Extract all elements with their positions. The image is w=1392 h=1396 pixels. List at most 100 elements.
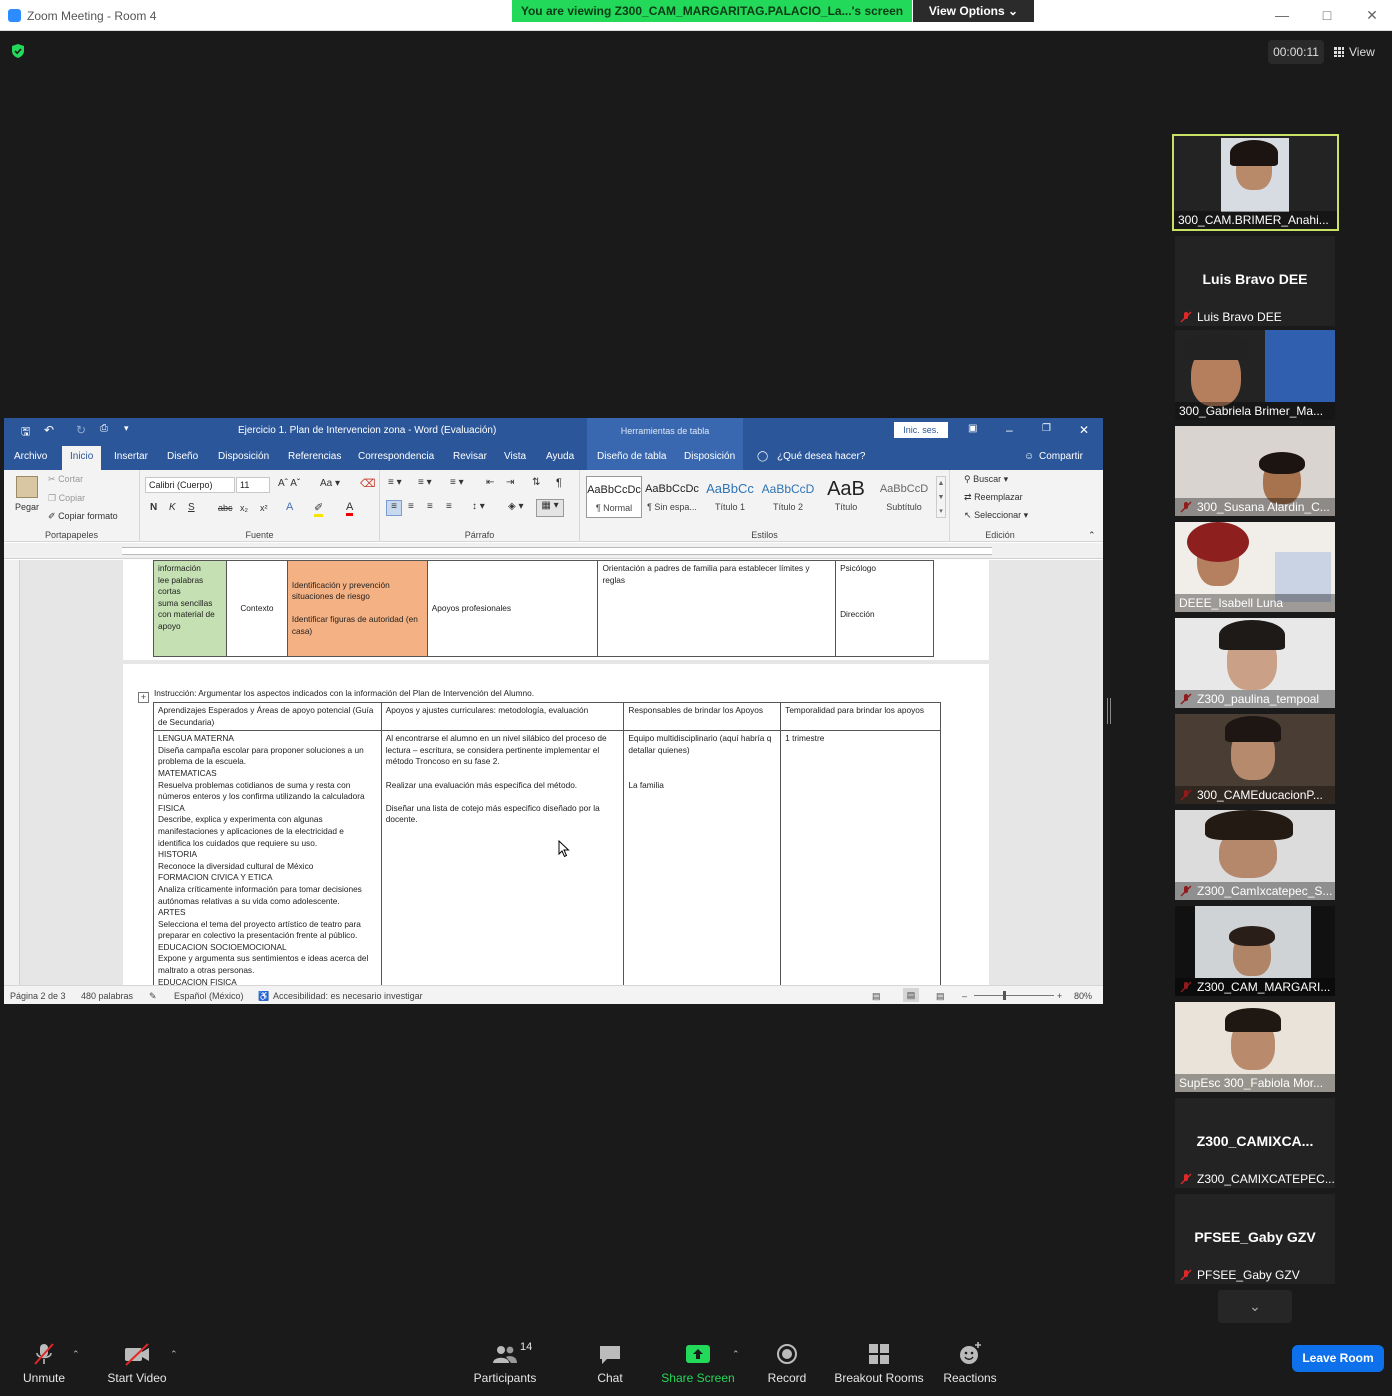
tab-inicio[interactable]: Inicio bbox=[62, 446, 102, 470]
tab-correspondencia[interactable]: Correspondencia bbox=[358, 451, 434, 462]
bullets-icon[interactable]: ≡ ▾ bbox=[388, 477, 402, 488]
subscript-icon[interactable]: x₂ bbox=[240, 503, 248, 513]
zoom-level[interactable]: 80% bbox=[1074, 991, 1092, 1001]
tell-me-box[interactable]: ¿Qué desea hacer? bbox=[777, 451, 865, 462]
document-canvas[interactable]: información lee palabras cortas suma sen… bbox=[20, 560, 1103, 985]
video-tile[interactable]: PFSEE_Gaby GZV PFSEE_Gaby GZV bbox=[1175, 1194, 1335, 1284]
accessibility-indicator[interactable]: Accesibilidad: es necesario investigar bbox=[273, 991, 423, 1001]
print-preview-icon[interactable]: ⎙ bbox=[100, 423, 108, 434]
video-options-caret[interactable]: ⌃ bbox=[170, 1349, 178, 1360]
paste-icon[interactable] bbox=[16, 476, 38, 498]
paste-button[interactable]: Pegar bbox=[15, 502, 39, 512]
styles-scroll[interactable]: ▲ ▼ ▾ bbox=[936, 476, 946, 518]
table-header[interactable]: Aprendizajes Esperados y Áreas de apoyo … bbox=[153, 701, 382, 732]
zoom-out-icon[interactable]: – bbox=[962, 991, 967, 1001]
table-cell[interactable]: Orientación a padres de familia para est… bbox=[597, 560, 837, 657]
align-right-icon[interactable]: ≡ bbox=[427, 501, 433, 512]
multilevel-icon[interactable]: ≡ ▾ bbox=[450, 477, 464, 488]
table-cell[interactable]: Identificación y prevención situaciones … bbox=[286, 560, 428, 657]
tab-diseno[interactable]: Diseño bbox=[167, 451, 198, 462]
proofing-icon[interactable]: ✎ bbox=[149, 991, 157, 1002]
resize-handle[interactable] bbox=[1107, 698, 1111, 724]
table-cell[interactable]: Contexto bbox=[225, 560, 288, 657]
numbering-icon[interactable]: ≡ ▾ bbox=[418, 477, 432, 488]
superscript-icon[interactable]: x² bbox=[260, 503, 268, 513]
tab-disposicion[interactable]: Disposición bbox=[218, 451, 269, 462]
replace-button[interactable]: ⇄ Reemplazar bbox=[964, 492, 1023, 503]
chat-button[interactable]: Chat bbox=[590, 1341, 630, 1385]
table-header[interactable]: Apoyos y ajustes curriculares: metodolog… bbox=[380, 701, 625, 732]
shading-icon[interactable]: ◈ ▾ bbox=[508, 501, 524, 512]
cut-button[interactable]: ✂ Cortar bbox=[48, 474, 83, 485]
scroll-down-button[interactable]: ⌄ bbox=[1218, 1290, 1292, 1323]
print-layout-icon[interactable]: ▤ bbox=[903, 988, 919, 1002]
table-cell[interactable]: LENGUA MATERNA Diseña campaña escolar pa… bbox=[153, 730, 382, 985]
justify-icon[interactable]: ≡ bbox=[446, 501, 452, 512]
video-tile[interactable]: SupEsc 300_Fabiola Mor... bbox=[1175, 1002, 1335, 1092]
record-button[interactable]: Record bbox=[764, 1341, 810, 1385]
zoom-slider[interactable] bbox=[974, 995, 1054, 996]
zoom-slider-thumb[interactable] bbox=[1003, 991, 1006, 1000]
table-cell[interactable]: Equipo multidisciplinario (aquí habría q… bbox=[623, 730, 782, 985]
copy-button[interactable]: ❐ Copiar bbox=[48, 493, 85, 504]
text-effects-icon[interactable]: A bbox=[286, 501, 293, 513]
format-painter-button[interactable]: ✐ Copiar formato bbox=[48, 511, 118, 522]
font-grow-shrink-icons[interactable]: Aˆ Aˇ bbox=[278, 478, 300, 489]
maximize-icon[interactable]: □ bbox=[1317, 6, 1337, 24]
tab-vista[interactable]: Vista bbox=[504, 451, 526, 462]
italic-icon[interactable]: K bbox=[169, 502, 176, 513]
sign-in-button[interactable]: Inic. ses. bbox=[894, 422, 948, 438]
undo-icon[interactable]: ↶ bbox=[44, 423, 54, 437]
table-move-handle-icon[interactable]: + bbox=[138, 692, 149, 703]
table-cell[interactable]: 1 trimestre bbox=[780, 730, 941, 985]
shared-word-window[interactable]: 🖫 ↶ ↻ ⎙ ▾ Ejercicio 1. Plan de Intervenc… bbox=[4, 418, 1103, 1004]
video-tile[interactable]: 300_Gabriela Brimer_Ma... bbox=[1175, 330, 1335, 420]
tab-revisar[interactable]: Revisar bbox=[453, 451, 487, 462]
share-options-caret[interactable]: ⌃ bbox=[732, 1349, 740, 1360]
bold-icon[interactable]: N bbox=[150, 502, 157, 513]
indent-decrease-icon[interactable]: ⇤ bbox=[486, 477, 494, 488]
video-tile[interactable]: Z300_CAM_MARGARI... bbox=[1175, 906, 1335, 996]
style-no-spacing[interactable]: AaBbCcDc ¶ Sin espa... bbox=[644, 476, 700, 518]
clear-format-icon[interactable]: ⌫ bbox=[360, 477, 376, 490]
share-button[interactable]: Compartir bbox=[1039, 451, 1083, 462]
highlight-icon[interactable]: ✐ bbox=[314, 501, 324, 517]
style-normal[interactable]: AaBbCcDc ¶ Normal bbox=[586, 476, 642, 518]
underline-icon[interactable]: S bbox=[188, 502, 195, 513]
read-mode-icon[interactable]: ▤ bbox=[872, 991, 881, 1002]
style-heading-1[interactable]: AaBbCc Título 1 bbox=[702, 476, 758, 518]
align-center-icon[interactable]: ≡ bbox=[408, 501, 414, 512]
customize-toolbar-icon[interactable]: ▾ bbox=[124, 423, 129, 434]
change-case-icon[interactable]: Aa ▾ bbox=[320, 478, 340, 489]
ribbon-display-icon[interactable]: ▣ bbox=[968, 423, 977, 434]
word-count[interactable]: 480 palabras bbox=[81, 991, 133, 1001]
language-indicator[interactable]: Español (México) bbox=[174, 991, 244, 1001]
video-tile[interactable]: Z300_CAMIXCA... Z300_CAMIXCATEPEC... bbox=[1175, 1098, 1335, 1188]
reactions-button[interactable]: Reactions bbox=[940, 1341, 1000, 1385]
video-tile[interactable]: Luis Bravo DEE Luis Bravo DEE bbox=[1175, 236, 1335, 326]
table-header[interactable]: Responsables de brindar los Apoyos bbox=[623, 701, 782, 732]
breakout-rooms-button[interactable]: Breakout Rooms bbox=[834, 1341, 924, 1385]
tab-diseno-tabla[interactable]: Diseño de tabla bbox=[597, 451, 667, 462]
view-options-button[interactable]: View Options ⌄ bbox=[913, 0, 1034, 22]
video-tile[interactable]: Z300_CamIxcatepec_S... bbox=[1175, 810, 1335, 900]
find-button[interactable]: ⚲ Buscar ▾ bbox=[964, 474, 1008, 485]
vertical-ruler[interactable] bbox=[4, 560, 20, 985]
tab-referencias[interactable]: Referencias bbox=[288, 451, 341, 462]
indent-increase-icon[interactable]: ⇥ bbox=[506, 477, 514, 488]
video-tile[interactable]: 300_CAMEducacionP... bbox=[1175, 714, 1335, 804]
style-title[interactable]: AaB Título bbox=[818, 476, 874, 518]
word-close-icon[interactable]: ✕ bbox=[1079, 423, 1089, 437]
sort-icon[interactable]: ⇅ bbox=[532, 477, 540, 488]
redo-icon[interactable]: ↻ bbox=[76, 423, 86, 437]
align-left-icon[interactable]: ≡ bbox=[386, 500, 402, 516]
zoom-in-icon[interactable]: + bbox=[1057, 991, 1062, 1001]
tab-archivo[interactable]: Archivo bbox=[14, 451, 47, 462]
style-heading-2[interactable]: AaBbCcD Título 2 bbox=[760, 476, 816, 518]
word-minimize-icon[interactable]: – bbox=[1006, 423, 1013, 437]
tab-disposicion-tabla[interactable]: Disposición bbox=[684, 451, 735, 462]
font-name-select[interactable]: Calibri (Cuerpo) bbox=[145, 477, 235, 493]
video-tile[interactable]: DEEE_Isabell Luna bbox=[1175, 522, 1335, 612]
style-subtitle[interactable]: AaBbCcD Subtítulo bbox=[876, 476, 932, 518]
select-button[interactable]: ↖ Seleccionar ▾ bbox=[964, 510, 1028, 521]
